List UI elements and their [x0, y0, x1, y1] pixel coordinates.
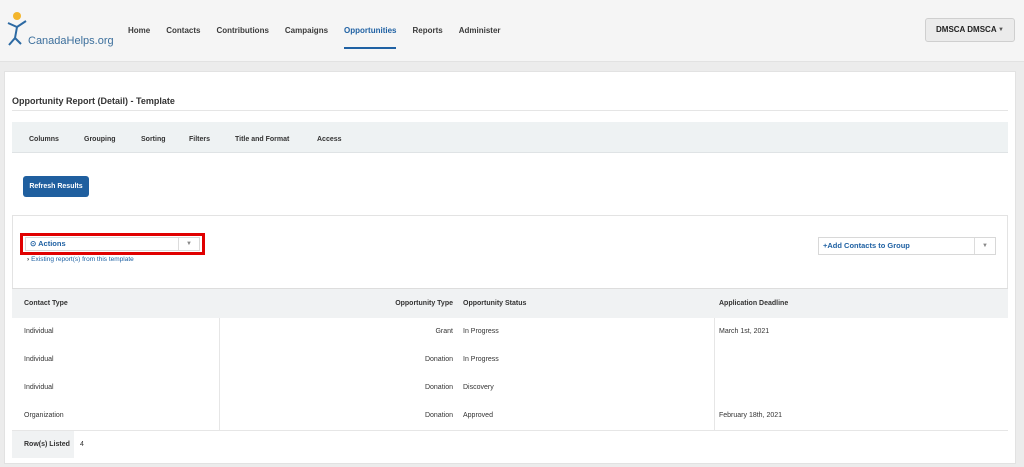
column-header-opportunity-status[interactable]: Opportunity Status: [463, 289, 526, 318]
table-row: Individual Donation Discovery: [12, 374, 1008, 403]
actions-dropdown[interactable]: ⊙ Actions ▼: [25, 237, 200, 251]
nav-reports[interactable]: Reports: [412, 0, 442, 61]
cell-opportunity-type: Donation: [424, 356, 453, 363]
main-nav: Home Contacts Contributions Campaigns Op…: [128, 0, 517, 61]
cell-opportunity-status: In Progress: [463, 356, 499, 363]
column-header-contact-type[interactable]: Contact Type: [24, 289, 68, 318]
page-title: Opportunity Report (Detail) - Template: [12, 96, 175, 106]
actions-dropdown-label: ⊙ Actions: [30, 239, 66, 248]
cell-contact-type: Individual: [24, 356, 54, 363]
nav-administer[interactable]: Administer: [459, 0, 501, 61]
table-row: Organization Donation Approved February …: [12, 402, 1008, 431]
cell-contact-type: Organization: [24, 412, 64, 419]
cell-opportunity-status: Approved: [463, 412, 493, 419]
actions-highlight-box: ⊙ Actions ▼: [20, 233, 205, 255]
divider: [714, 346, 715, 374]
column-header-opportunity-type[interactable]: Opportunity Type: [220, 289, 453, 318]
table-row: Individual Donation In Progress: [12, 346, 1008, 375]
nav-home[interactable]: Home: [128, 0, 150, 61]
tab-title-and-format[interactable]: Title and Format: [235, 122, 289, 157]
existing-reports-link[interactable]: › Existing report(s) from this template: [27, 256, 134, 263]
chevron-down-icon[interactable]: ▼: [974, 238, 995, 254]
canadahelps-logo[interactable]: CanadaHelps.org: [6, 11, 114, 47]
nav-contributions[interactable]: Contributions: [216, 0, 268, 61]
divider: [12, 110, 1008, 111]
tab-grouping[interactable]: Grouping: [84, 122, 116, 157]
refresh-results-button[interactable]: Refresh Results: [23, 176, 89, 197]
chevron-down-icon[interactable]: ▼: [178, 238, 199, 250]
tab-columns[interactable]: Columns: [29, 122, 59, 157]
circle-check-icon: ⊙: [30, 239, 37, 248]
user-menu-button[interactable]: DMSCA DMSCA ▼: [925, 18, 1015, 42]
cell-opportunity-status: Discovery: [463, 384, 494, 391]
tab-access[interactable]: Access: [317, 122, 342, 157]
existing-reports-link-label: Existing report(s) from this template: [31, 256, 134, 263]
tab-sorting[interactable]: Sorting: [141, 122, 166, 157]
cell-opportunity-type: Donation: [424, 384, 453, 391]
table-header: Contact Type Opportunity Type Opportunit…: [12, 288, 1008, 319]
table-row: Individual Grant In Progress March 1st, …: [12, 318, 1008, 347]
chevron-right-icon: ›: [27, 256, 30, 263]
add-contacts-to-group-dropdown[interactable]: +Add Contacts to Group ▼: [818, 237, 996, 255]
cell-opportunity-type: Donation: [424, 412, 453, 419]
report-tabs: Columns Grouping Sorting Filters Title a…: [12, 122, 1008, 153]
rows-listed-label: Row(s) Listed: [12, 431, 74, 458]
tab-filters[interactable]: Filters: [189, 122, 210, 157]
actions-label-text: Actions: [38, 239, 66, 248]
column-header-application-deadline[interactable]: Application Deadline: [719, 289, 788, 318]
rows-listed-count: 4: [80, 441, 84, 448]
top-navigation-bar: CanadaHelps.org Home Contacts Contributi…: [0, 0, 1024, 62]
divider: [714, 318, 715, 346]
nav-campaigns[interactable]: Campaigns: [285, 0, 328, 61]
cell-contact-type: Individual: [24, 384, 54, 391]
divider: [714, 402, 715, 430]
nav-opportunities[interactable]: Opportunities: [344, 0, 397, 61]
rows-listed-row: Row(s) Listed 4: [12, 431, 1008, 459]
cell-opportunity-type: Grant: [435, 328, 453, 335]
cell-contact-type: Individual: [24, 328, 54, 335]
add-contacts-to-group-label-wrap: +Add Contacts to Group: [823, 241, 910, 250]
caret-down-icon: ▼: [998, 27, 1004, 33]
cell-application-deadline: March 1st, 2021: [719, 328, 770, 335]
cell-application-deadline: February 18th, 2021: [719, 412, 783, 419]
brand-name: CanadaHelps.org: [28, 35, 114, 47]
add-contacts-to-group-label: Add Contacts to Group: [827, 241, 910, 250]
canadahelps-figure-icon: [7, 12, 27, 46]
divider: [714, 374, 715, 402]
user-menu-label: DMSCA DMSCA: [936, 25, 997, 34]
cell-opportunity-status: In Progress: [463, 328, 499, 335]
nav-contacts[interactable]: Contacts: [166, 0, 200, 61]
